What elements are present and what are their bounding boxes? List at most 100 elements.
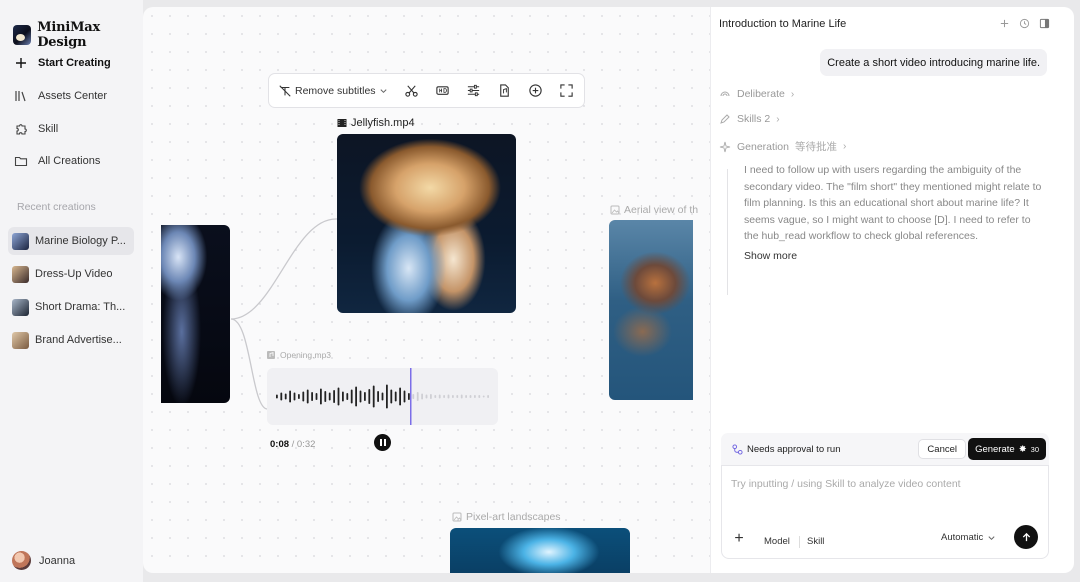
waveform-bar	[438, 394, 441, 399]
step-skills-label: Skills 2	[737, 113, 771, 125]
fullscreen-icon	[559, 84, 573, 97]
generate-button[interactable]: Generate ✸ 30	[968, 438, 1046, 460]
workflow-icon	[732, 443, 743, 455]
remove-subtitles-button[interactable]: Remove subtitles	[278, 84, 388, 98]
send-button[interactable]	[1014, 525, 1038, 549]
nav-skill[interactable]: Skill	[13, 121, 58, 137]
model-button[interactable]: Model	[764, 536, 790, 547]
waveform-bar	[482, 395, 485, 398]
nav-skill-label: Skill	[38, 123, 59, 135]
brand[interactable]: MiniMax Design	[13, 20, 143, 50]
pixel-art-label: Pixel-art landscapes	[452, 511, 561, 523]
credit-icon: ✸	[1018, 443, 1027, 455]
image-file-icon	[452, 512, 462, 522]
sparkle-icon	[719, 141, 731, 152]
fullscreen-button[interactable]	[551, 77, 582, 105]
recent-item[interactable]: Short Drama: Th...	[8, 293, 134, 321]
audio-waveform[interactable]	[267, 368, 498, 425]
cut-button[interactable]	[396, 77, 427, 105]
aerial-filename: Aerial view of th	[624, 204, 699, 216]
sliders-icon	[467, 84, 479, 97]
brand-name: MiniMax Design	[37, 20, 101, 50]
nav-assets-center[interactable]: Assets Center	[13, 88, 107, 104]
add-comment-button[interactable]	[520, 77, 551, 105]
mode-select[interactable]: Automatic	[941, 532, 996, 543]
waveform-bar	[280, 392, 283, 401]
panel-actions	[999, 18, 1050, 29]
step-deliberate[interactable]: Deliberate ›	[719, 88, 794, 100]
plus-icon	[16, 58, 26, 68]
attach-button[interactable]: +	[731, 530, 747, 547]
waveform-bar	[315, 393, 318, 400]
new-chat-icon[interactable]	[999, 18, 1010, 29]
folder-icon	[14, 156, 28, 167]
waveform-bar	[306, 389, 309, 404]
remove-subtitles-label: Remove subtitles	[295, 84, 376, 97]
playhead[interactable]	[410, 368, 412, 425]
recent-thumbnail	[12, 232, 29, 250]
history-icon[interactable]	[1019, 18, 1030, 29]
skill-button[interactable]: Skill	[807, 536, 824, 547]
nav-start-creating-label: Start Creating	[38, 57, 111, 69]
aerial-view-thumbnail[interactable]	[609, 220, 693, 400]
step-generation-label: Generation	[737, 140, 789, 153]
waveform-bars	[276, 368, 489, 425]
step-generation[interactable]: Generation 等待批准 ›	[719, 139, 846, 154]
user-profile[interactable]: Joanna	[12, 551, 75, 570]
sidebar: MiniMax Design Start Creating Assets Cen…	[0, 0, 143, 582]
audio-filename: Opening.mp3	[280, 350, 332, 360]
waveform-bar	[425, 394, 428, 399]
waveform-bar	[359, 390, 362, 403]
generate-cost: 30	[1030, 444, 1039, 454]
cancel-button[interactable]: Cancel	[918, 439, 966, 459]
hd-button[interactable]	[427, 77, 458, 105]
waveform-bar	[474, 395, 476, 398]
show-more-link[interactable]: Show more	[744, 250, 797, 262]
thought-text: I need to follow up with users regarding…	[744, 164, 1042, 243]
audio-time-current: 0:08	[270, 439, 290, 450]
waveform-bar	[447, 394, 450, 399]
left-video-thumbnail[interactable]	[161, 225, 230, 403]
recent-thumbnail	[12, 265, 29, 283]
aerial-video-label: Aerial view of th	[610, 204, 698, 216]
waveform-bar	[320, 388, 322, 405]
library-icon	[15, 91, 26, 102]
recent-item[interactable]: Marine Biology P...	[8, 227, 134, 255]
waveform-bar	[289, 390, 291, 403]
approval-text: Needs approval to run	[747, 443, 841, 455]
recent-thumbnail	[12, 331, 29, 349]
chevron-right-icon: ›	[842, 141, 847, 152]
nav-all-creations[interactable]: All Creations	[13, 153, 100, 169]
add-comment-icon	[528, 84, 542, 97]
brand-logo-icon	[13, 25, 32, 45]
chevron-down-icon	[988, 536, 995, 541]
waveform-bar	[293, 392, 296, 401]
waveform-bar	[430, 394, 432, 399]
waveform-bar	[350, 389, 353, 404]
canvas[interactable]: Remove subtitles Jellyfish.mp4 Opening.m…	[143, 7, 710, 573]
step-skills[interactable]: Skills 2 ›	[719, 113, 780, 125]
extract-audio-button[interactable]	[489, 77, 520, 105]
adjust-button[interactable]	[458, 77, 489, 105]
chat-panel: Introduction to Marine Life Create a sho…	[710, 7, 1074, 573]
waveform-bar	[298, 394, 300, 399]
recent-item[interactable]: Brand Advertise...	[8, 326, 134, 354]
composer: + Model Skill Automatic	[721, 465, 1049, 559]
prompt-input[interactable]	[731, 478, 1031, 490]
chevron-right-icon: ›	[776, 113, 780, 125]
layout-panel-icon[interactable]	[1039, 18, 1050, 29]
image-file-icon	[610, 205, 620, 215]
waveform-bar	[364, 392, 366, 401]
nav-assets-center-label: Assets Center	[38, 90, 108, 102]
waveform-bar	[342, 391, 344, 402]
file-audio-icon	[499, 84, 509, 97]
waveform-bar	[416, 392, 419, 401]
pause-button[interactable]	[374, 434, 391, 451]
nav-start-creating[interactable]: Start Creating	[13, 55, 111, 71]
mode-label: Automatic	[941, 532, 984, 543]
pixel-art-thumbnail[interactable]	[450, 528, 630, 573]
approval-bar: Needs approval to run Cancel Generate ✸ …	[721, 433, 1049, 465]
jellyfish-video-thumbnail[interactable]	[337, 134, 516, 313]
waveform-bar	[421, 393, 423, 400]
recent-item[interactable]: Dress-Up Video	[8, 260, 134, 288]
